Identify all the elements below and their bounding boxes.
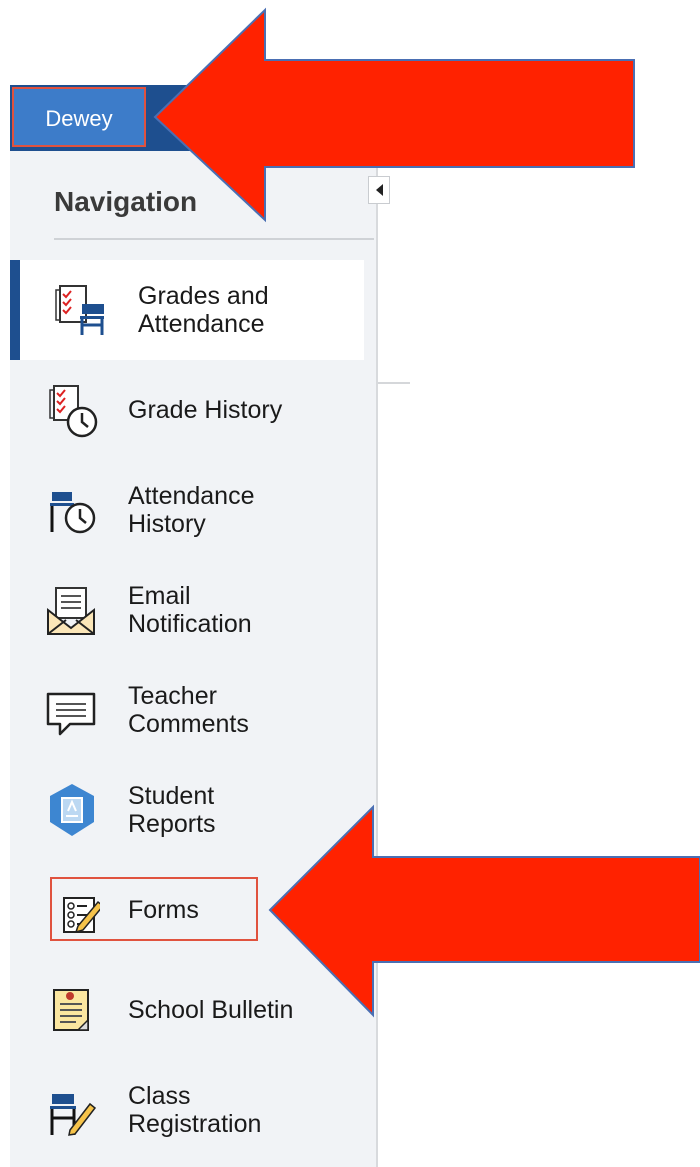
speech-bubble-icon (46, 692, 96, 736)
annotation-arrow-bottom (268, 804, 700, 1018)
annotation-arrow-top (153, 7, 635, 223)
student-tab-dewey[interactable]: Dewey (12, 87, 146, 147)
sidebar-item-attendance-history[interactable]: Attendance History (10, 460, 364, 560)
sidebar-item-teacher-comments[interactable]: Teacher Comments (10, 660, 364, 760)
sidebar-item-label: Attendance History (128, 482, 255, 538)
content-divider (378, 382, 410, 384)
grade-history-icon (49, 385, 98, 438)
sidebar-item-label: Student Reports (128, 782, 216, 838)
sidebar-item-label: Grade History (128, 396, 283, 424)
sidebar-item-grades-and-attendance[interactable]: Grades and Attendance (10, 260, 364, 360)
navigation-divider (54, 238, 374, 240)
sidebar-item-email-notification[interactable]: Email Notification (10, 560, 364, 660)
attendance-history-icon (50, 492, 96, 534)
school-bulletin-icon (53, 989, 89, 1031)
email-notification-icon (47, 587, 95, 635)
sidebar-item-label: Teacher Comments (128, 682, 249, 738)
sidebar-item-class-registration[interactable]: Class Registration (10, 1060, 364, 1160)
forms-highlight-box (50, 877, 258, 941)
sidebar-item-label: Email Notification (128, 582, 252, 638)
grades-attendance-icon (55, 285, 104, 335)
student-reports-icon (50, 784, 94, 836)
sidebar-item-grade-history[interactable]: Grade History (10, 360, 364, 460)
sidebar-item-label: Class Registration (128, 1082, 262, 1138)
class-registration-icon (50, 1094, 97, 1136)
sidebar-item-label: Grades and Attendance (138, 282, 269, 338)
